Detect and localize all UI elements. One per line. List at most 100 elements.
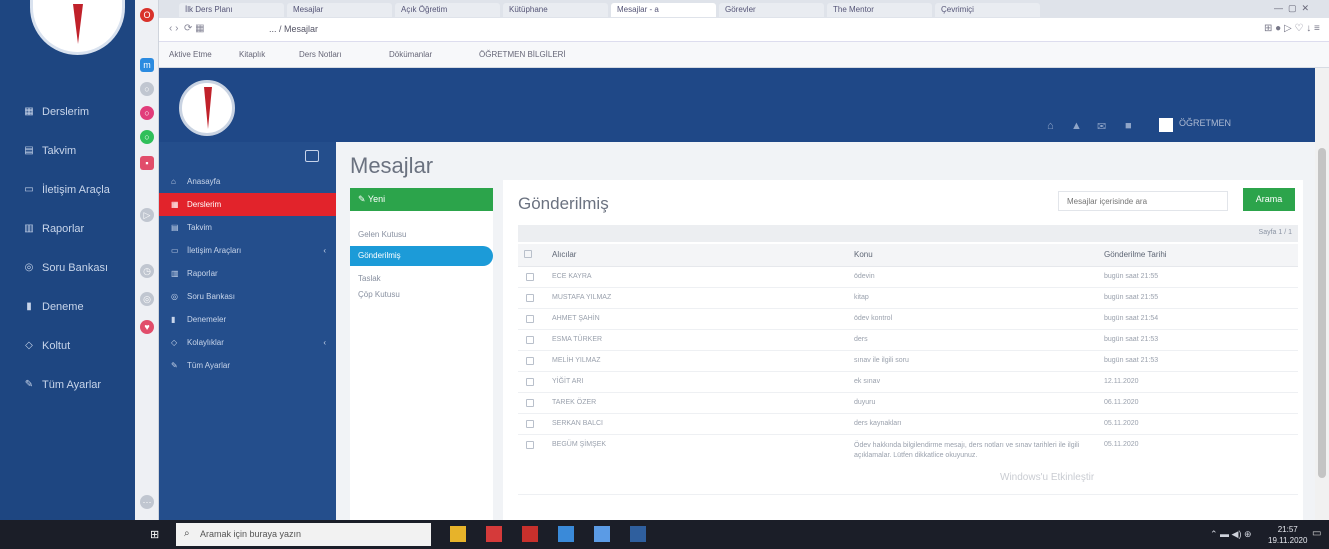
- player-icon[interactable]: ▷: [140, 208, 154, 222]
- search-button[interactable]: Arama: [1243, 188, 1295, 211]
- browser-tab[interactable]: Açık Öğretim: [395, 3, 500, 17]
- network-app-icon[interactable]: [630, 526, 646, 542]
- clock-date: 19.11.2020: [1268, 536, 1308, 545]
- bookmark[interactable]: Dökümanlar: [389, 50, 432, 59]
- table-row[interactable]: BEGÜM ŞİMŞEK Ödev hakkında bilgilendirme…: [518, 434, 1298, 495]
- bookmark[interactable]: ÖĞRETMEN BİLGİLERİ: [479, 50, 566, 59]
- browser-tab[interactable]: İlk Ders Planı: [179, 3, 284, 17]
- sidebar-item-raporlar[interactable]: ▥ Raporlar: [159, 262, 336, 285]
- row-checkbox[interactable]: [518, 308, 546, 330]
- table-row[interactable]: AHMET ŞAHİN ödev kontrol bugün saat 21:5…: [518, 308, 1298, 330]
- wrench-icon: ✎: [24, 379, 34, 390]
- home-icon: ⌂: [171, 177, 176, 186]
- user-menu[interactable]: ÖĞRETMEN: [1179, 118, 1231, 128]
- scroll-thumb[interactable]: [1318, 148, 1326, 478]
- instagram-icon[interactable]: ○: [140, 106, 154, 120]
- nav-arrows[interactable]: ‹ › ⟳ ▦: [169, 23, 205, 34]
- table-row[interactable]: SERKAN BALCI ders kaynakları 05.11.2020: [518, 413, 1298, 435]
- table-row[interactable]: ESMA TÜRKER ders bugün saat 21:53: [518, 329, 1298, 351]
- sidebar-item-soru-bankasi[interactable]: ◎ Soru Bankası: [159, 285, 336, 308]
- bell-icon[interactable]: ■: [1125, 120, 1132, 132]
- folder-trash[interactable]: Çöp Kutusu: [358, 290, 400, 299]
- wrench-icon: ✎: [171, 361, 178, 370]
- extensions-icon[interactable]: ◎: [140, 292, 154, 306]
- row-checkbox[interactable]: [518, 329, 546, 351]
- sidebar-item-denemeler[interactable]: ▮ Denemeler: [159, 308, 336, 331]
- pdf-icon[interactable]: [522, 526, 538, 542]
- file-explorer-icon[interactable]: [450, 526, 466, 542]
- mail-icon[interactable]: ✉: [1097, 120, 1106, 133]
- paint-icon[interactable]: [594, 526, 610, 542]
- avatar[interactable]: [1159, 118, 1173, 132]
- browser-tab-bar: İlk Ders Planı Mesajlar Açık Öğretim Küt…: [159, 0, 1329, 18]
- heart-icon[interactable]: ♥: [140, 320, 154, 334]
- cell-recipient: MUSTAFA YILMAZ: [546, 287, 848, 309]
- more-icon[interactable]: ⋯: [140, 495, 154, 509]
- notifications-icon[interactable]: ▭: [1312, 528, 1321, 539]
- cell-date: bugün saat 21:53: [1098, 350, 1298, 372]
- calendar-icon: ▤: [171, 223, 179, 232]
- folder-sent[interactable]: Gönderilmiş: [350, 246, 493, 266]
- bookmark[interactable]: Ders Notları: [299, 50, 342, 59]
- window-controls[interactable]: — ▢ ✕: [1274, 3, 1309, 14]
- table-row[interactable]: TAREK ÖZER duyuru 06.11.2020: [518, 392, 1298, 414]
- whatsapp-icon[interactable]: ○: [140, 130, 154, 144]
- history-icon[interactable]: ◷: [140, 264, 154, 278]
- url-field[interactable]: ... / Mesajlar: [269, 24, 318, 34]
- table-row[interactable]: ECE KAYRA ödevin bugün saat 21:55: [518, 266, 1298, 288]
- pager-text[interactable]: Sayfa 1 / 1: [1259, 229, 1292, 236]
- cell-subject: ödev kontrol: [848, 308, 1098, 330]
- system-tray-icons[interactable]: ⌃ ▬ ◀) ⊕: [1210, 529, 1252, 540]
- messenger-icon[interactable]: m: [140, 58, 154, 72]
- browser-toolbar-icons[interactable]: ⊞ ● ▷ ♡ ↓ ≡: [1264, 23, 1320, 34]
- browser-tab-active[interactable]: Mesajlar - a: [611, 3, 716, 17]
- alert-icon[interactable]: ▲: [1071, 120, 1082, 132]
- row-checkbox[interactable]: [518, 371, 546, 393]
- folder-drafts[interactable]: Taslak: [358, 274, 381, 283]
- row-checkbox[interactable]: [518, 350, 546, 372]
- new-message-button[interactable]: ✎ Yeni: [350, 188, 493, 211]
- column-header-subject[interactable]: Konu: [848, 244, 1098, 267]
- settings-icon[interactable]: ○: [140, 82, 154, 96]
- windows-start-icon[interactable]: ⊞: [150, 529, 162, 541]
- sidebar-item-tum-ayarlar[interactable]: ✎ Tüm Ayarlar: [159, 354, 336, 377]
- home-icon[interactable]: ⌂: [1047, 120, 1054, 132]
- row-checkbox[interactable]: [518, 392, 546, 414]
- sidebar-item-anasayfa[interactable]: ⌂ Anasayfa: [159, 170, 336, 193]
- table-row[interactable]: MUSTAFA YILMAZ kitap bugün saat 21:55: [518, 287, 1298, 309]
- browser-tab[interactable]: Çevrimiçi: [935, 3, 1040, 17]
- browser-tab[interactable]: Kütüphane: [503, 3, 608, 17]
- flow-icon[interactable]: ▪: [140, 156, 154, 170]
- browser-tab[interactable]: Görevler: [719, 3, 824, 17]
- database-icon: ◎: [24, 262, 34, 273]
- sidebar-toggle-icon[interactable]: [305, 150, 319, 162]
- cell-recipient: YİĞİT ARI: [546, 371, 848, 393]
- column-header-date[interactable]: Gönderilme Tarihi: [1098, 244, 1298, 267]
- row-checkbox[interactable]: [518, 266, 546, 288]
- taskbar-search[interactable]: ⌕ Aramak için buraya yazın: [176, 523, 431, 546]
- app-logo[interactable]: [179, 80, 235, 136]
- sidebar-item-takvim[interactable]: ▤ Takvim: [159, 216, 336, 239]
- opera-icon[interactable]: O: [140, 8, 154, 22]
- table-row[interactable]: MELİH YILMAZ sınav ile ilgili soru bugün…: [518, 350, 1298, 372]
- column-header-recipients[interactable]: Alıcılar: [546, 244, 848, 267]
- cell-date: bugün saat 21:53: [1098, 329, 1298, 351]
- browser-tab[interactable]: The Mentor: [827, 3, 932, 17]
- row-checkbox[interactable]: [518, 287, 546, 309]
- folder-inbox[interactable]: Gelen Kutusu: [358, 230, 406, 239]
- store-icon[interactable]: [558, 526, 574, 542]
- taskbar-clock[interactable]: 21:57 19.11.2020: [1268, 524, 1307, 546]
- sidebar-item-kolayliklar[interactable]: ◇ Kolaylıklar ‹: [159, 331, 336, 354]
- row-checkbox[interactable]: [518, 434, 546, 495]
- select-all-checkbox[interactable]: [518, 244, 546, 267]
- bookmark[interactable]: Kitaplık: [239, 50, 265, 59]
- opera-taskbar-icon[interactable]: [486, 526, 502, 542]
- row-checkbox[interactable]: [518, 413, 546, 435]
- sidebar-item-derslerim[interactable]: ▦ Derslerim: [159, 193, 336, 216]
- browser-tab[interactable]: Mesajlar: [287, 3, 392, 17]
- bookmark[interactable]: Aktive Etme: [169, 50, 212, 59]
- table-row[interactable]: YİĞİT ARI ek sınav 12.11.2020: [518, 371, 1298, 393]
- page-scrollbar[interactable]: [1315, 68, 1329, 520]
- sidebar-item-iletisim[interactable]: ▭ İletişim Araçları ‹: [159, 239, 336, 262]
- search-input[interactable]: [1058, 191, 1228, 211]
